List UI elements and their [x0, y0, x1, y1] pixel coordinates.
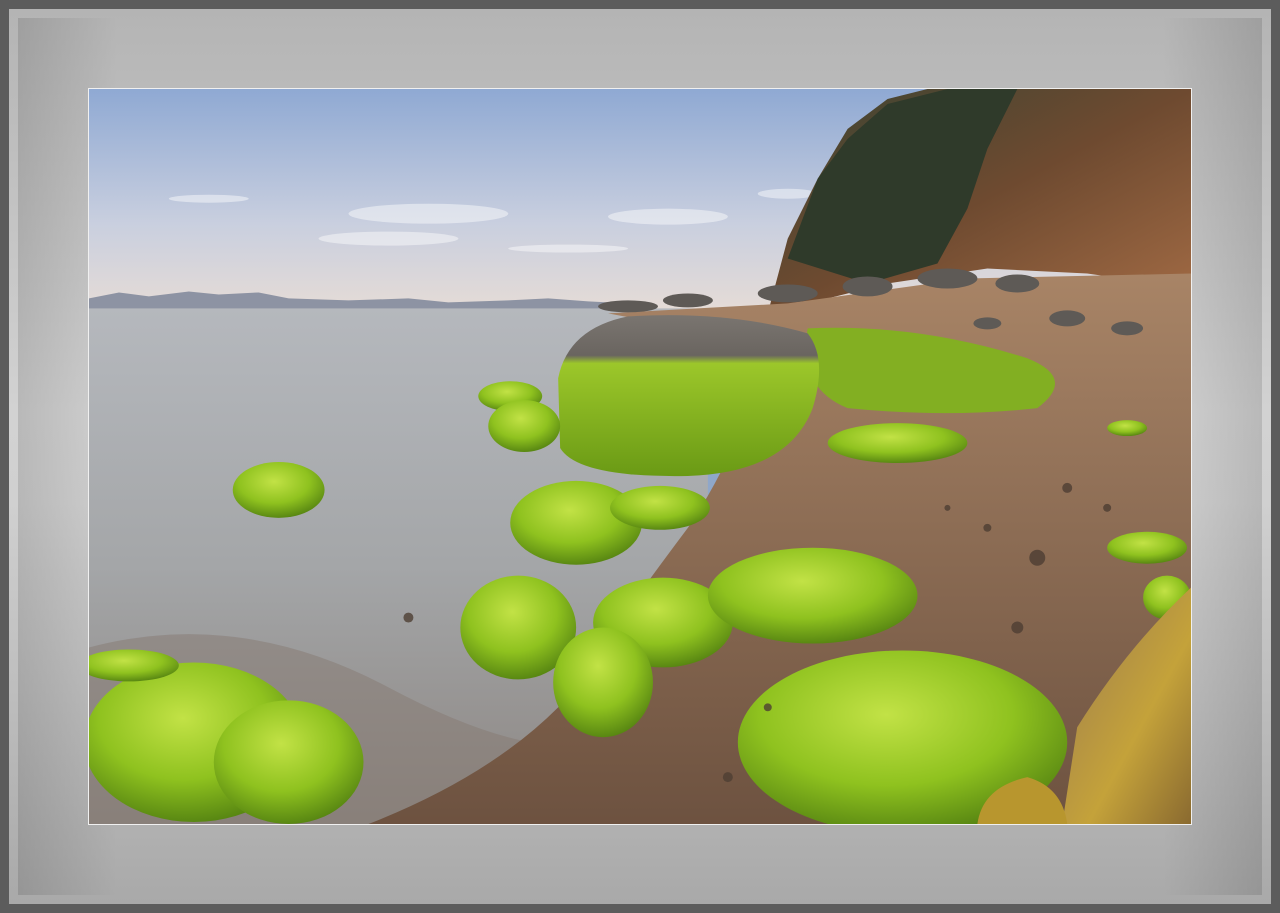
seascape-illustration: [89, 89, 1191, 824]
photo: [88, 88, 1192, 825]
